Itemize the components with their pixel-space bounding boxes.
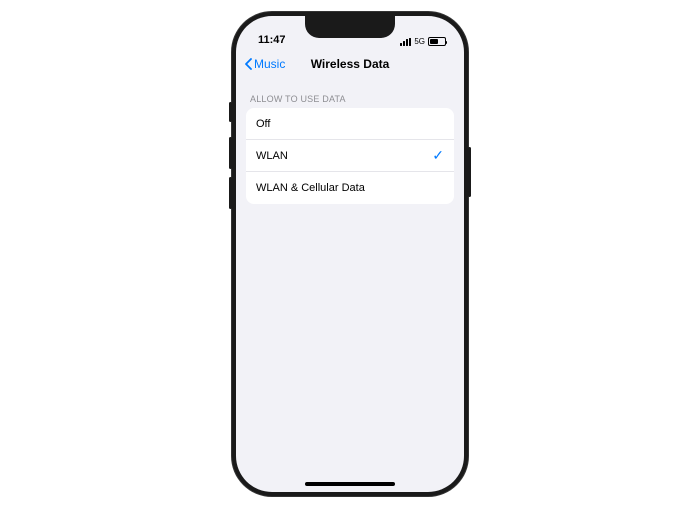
battery-icon (428, 37, 446, 46)
status-indicators: 5G (400, 37, 446, 46)
volume-up-button (229, 137, 232, 169)
signal-icon (400, 38, 411, 46)
option-wlan[interactable]: WLAN ✓ (246, 140, 454, 172)
network-label: 5G (414, 37, 425, 46)
chevron-left-icon (242, 58, 254, 70)
phone-frame: 11:47 5G Music Wireless Data (232, 12, 468, 496)
home-indicator[interactable] (305, 482, 395, 486)
status-time: 11:47 (258, 34, 286, 46)
mute-switch (229, 102, 232, 122)
checkmark-icon: ✓ (432, 147, 444, 164)
screen: 11:47 5G Music Wireless Data (236, 16, 464, 492)
power-button (468, 147, 471, 197)
volume-down-button (229, 177, 232, 209)
options-list: Off WLAN ✓ WLAN & Cellular Data (246, 108, 454, 204)
back-button[interactable]: Music (242, 57, 285, 71)
option-label: Off (256, 118, 270, 130)
navigation-bar: Music Wireless Data (236, 48, 464, 80)
option-off[interactable]: Off (246, 108, 454, 140)
back-label: Music (254, 57, 285, 71)
notch (305, 16, 395, 38)
page-title: Wireless Data (311, 57, 390, 71)
option-label: WLAN (256, 150, 288, 162)
section-header: ALLOW TO USE DATA (236, 80, 464, 108)
option-label: WLAN & Cellular Data (256, 182, 365, 194)
option-wlan-cellular[interactable]: WLAN & Cellular Data (246, 172, 454, 204)
